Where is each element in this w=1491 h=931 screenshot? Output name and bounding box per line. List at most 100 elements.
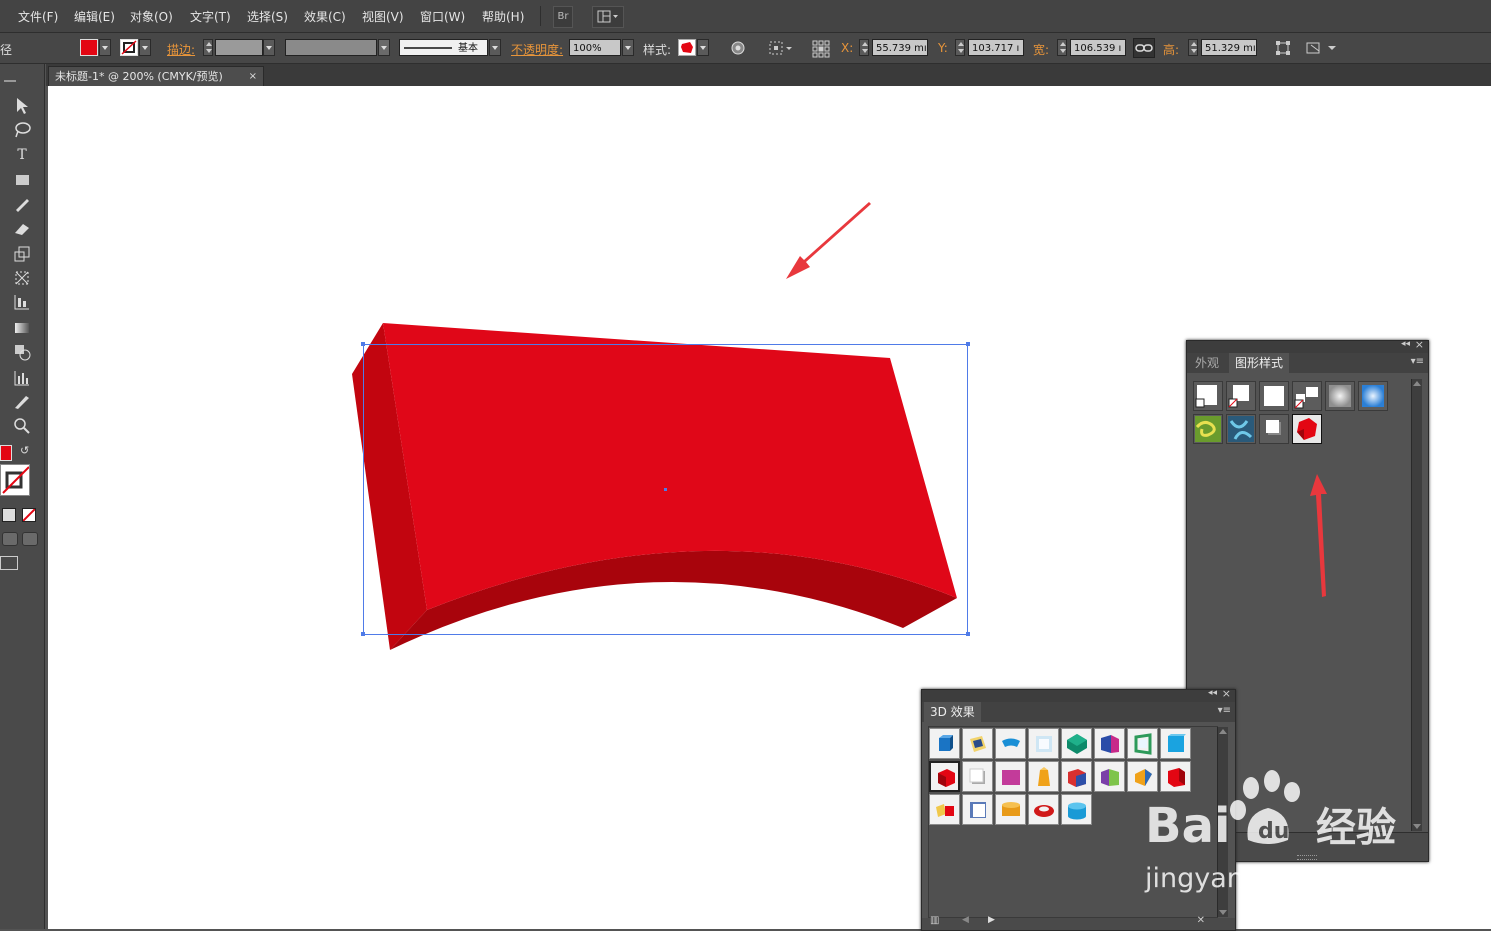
scroll-down-icon[interactable] [1413,824,1421,829]
menu-select[interactable]: 选择(S) [247,8,288,25]
selection-handle-bottom-left[interactable] [361,632,365,636]
3d-swatch-red-cube-selected[interactable] [929,761,960,792]
y-stepper[interactable] [955,39,965,56]
panel-menu-icon[interactable]: ▾≡ [1411,356,1424,367]
close-panel-icon[interactable]: × [1415,338,1424,351]
menu-type[interactable]: 文字(T) [190,8,231,25]
x-stepper[interactable] [859,39,869,56]
width-stepper[interactable] [1057,39,1067,56]
style-swatch-split[interactable] [1292,381,1322,411]
blend-tool-icon[interactable] [12,342,32,362]
selection-handle-bottom-right[interactable] [966,632,970,636]
3d-swatch-red-box[interactable] [1160,761,1191,792]
menu-window[interactable]: 窗口(W) [420,8,465,25]
recolor-artwork-icon[interactable] [730,40,746,56]
selection-tool-icon[interactable] [12,96,32,116]
document-tab[interactable]: 未标题-1* @ 200% (CMYK/预览) × [48,66,264,86]
eraser-tool-icon[interactable] [12,218,32,238]
align-options-icon[interactable] [768,40,794,56]
3d-swatch-green-purple-cube[interactable] [1094,761,1125,792]
3d-swatch-blue-curve[interactable] [995,728,1026,759]
selection-handle-top-right[interactable] [966,342,970,346]
stroke-weight-field[interactable] [215,39,263,56]
style-swatch-blue-pattern[interactable] [1226,414,1256,444]
scroll-up-icon[interactable] [1219,729,1227,734]
3d-swatch-red-ring[interactable] [1028,794,1059,825]
3d-swatch-orange-prism[interactable] [1028,761,1059,792]
document-tab-close-button[interactable]: × [249,67,257,87]
stroke-weight-dropdown[interactable] [263,39,275,56]
workspace-switcher-button[interactable] [592,6,624,28]
menu-effect[interactable]: 效果(C) [304,8,346,25]
3d-swatch-orange-cube[interactable] [1127,761,1158,792]
selection-handle-top-left[interactable] [361,342,365,346]
panel-menu-icon[interactable]: ▾≡ [1218,705,1231,716]
close-panel-icon[interactable]: × [1222,687,1231,700]
zoom-tool-icon[interactable] [12,416,32,436]
3d-swatch-green-gem[interactable] [1061,728,1092,759]
menu-file[interactable]: 文件(F) [18,8,58,25]
menu-view[interactable]: 视图(V) [362,8,404,25]
3d-swatch-red-blue-cube[interactable] [1061,761,1092,792]
style-swatch-default[interactable] [1193,381,1223,411]
draw-inside-icon[interactable] [22,532,38,546]
3d-swatch-orange-cylinder[interactable] [995,794,1026,825]
style-dropdown[interactable] [697,39,709,56]
3d-swatch-pink-blue-cube[interactable] [1094,728,1125,759]
transform-icon[interactable] [1275,40,1291,56]
type-tool-icon[interactable]: T [12,145,32,165]
opacity-dropdown[interactable] [622,39,634,56]
next-library-icon[interactable]: ▶ [988,915,995,925]
3d-swatch-light-blue-box[interactable] [1160,728,1191,759]
brush-definition-field[interactable]: 基本 [399,39,488,56]
pencil-tool-icon[interactable] [12,194,32,214]
fill-dropdown[interactable] [99,39,111,56]
3d-swatch-book[interactable] [962,728,993,759]
graphic-style-swatch[interactable] [678,39,696,56]
library-menu-icon[interactable]: ▥ [930,915,939,926]
stroke-weight-stepper[interactable] [203,39,213,56]
menu-help[interactable]: 帮助(H) [482,8,524,25]
constrain-proportions-button[interactable] [1133,38,1155,58]
menu-object[interactable]: 对象(O) [130,8,173,25]
stroke-dropdown[interactable] [139,39,151,56]
toolbox-stroke-swatch[interactable] [0,464,30,496]
break-link-icon[interactable]: ✕ [1197,915,1205,926]
scroll-down-icon[interactable] [1219,910,1227,915]
stroke-color-swatch[interactable] [120,39,138,56]
reference-point-icon[interactable] [812,40,830,58]
collapse-panel-icon[interactable]: ◂◂ [1401,339,1410,349]
3d-swatch-blue-frame[interactable] [962,794,993,825]
style-swatch-none-stroke[interactable] [1226,381,1256,411]
graphic-styles-scrollbar[interactable] [1411,379,1422,831]
style-swatch-green-pattern[interactable] [1193,414,1223,444]
draw-mode-icon[interactable] [2,532,18,546]
x-field[interactable]: 55.739 mı [872,39,928,56]
rectangle-tool-icon[interactable] [12,170,32,190]
previous-library-icon[interactable]: ◀ [962,915,969,925]
column-graph-tool-icon[interactable] [12,368,32,388]
opacity-label[interactable]: 不透明度: [511,41,563,58]
style-swatch-gray-gradient[interactable] [1325,381,1355,411]
collapse-panel-icon[interactable]: ◂◂ [1208,688,1217,698]
3d-swatch-red-gold-card[interactable] [929,794,960,825]
3d-swatch-magenta-tile[interactable] [995,761,1026,792]
style-swatch-shadow[interactable] [1259,414,1289,444]
y-field[interactable]: 103.717 ı [968,39,1024,56]
variable-width-profile-field[interactable] [285,39,377,56]
shape-builder-tool-icon[interactable] [12,292,32,312]
scroll-up-icon[interactable] [1413,381,1421,386]
panel-options-icon[interactable] [1305,40,1339,56]
menu-edit[interactable]: 编辑(E) [74,8,115,25]
style-swatch-blue-gradient[interactable] [1358,381,1388,411]
3d-swatch-cyan-cylinder[interactable] [1061,794,1092,825]
tab-appearance[interactable]: 外观 [1189,353,1225,373]
color-mode-icon[interactable] [2,508,16,522]
3d-swatch-frame[interactable] [1028,728,1059,759]
tab-3d-effects[interactable]: 3D 效果 [924,702,981,722]
style-swatch-red-3d-selected[interactable] [1292,414,1322,444]
height-stepper[interactable] [1188,39,1198,56]
screen-mode-icon[interactable] [0,556,18,570]
free-transform-tool-icon[interactable] [12,268,32,288]
3d-swatch-green-frame[interactable] [1127,728,1158,759]
